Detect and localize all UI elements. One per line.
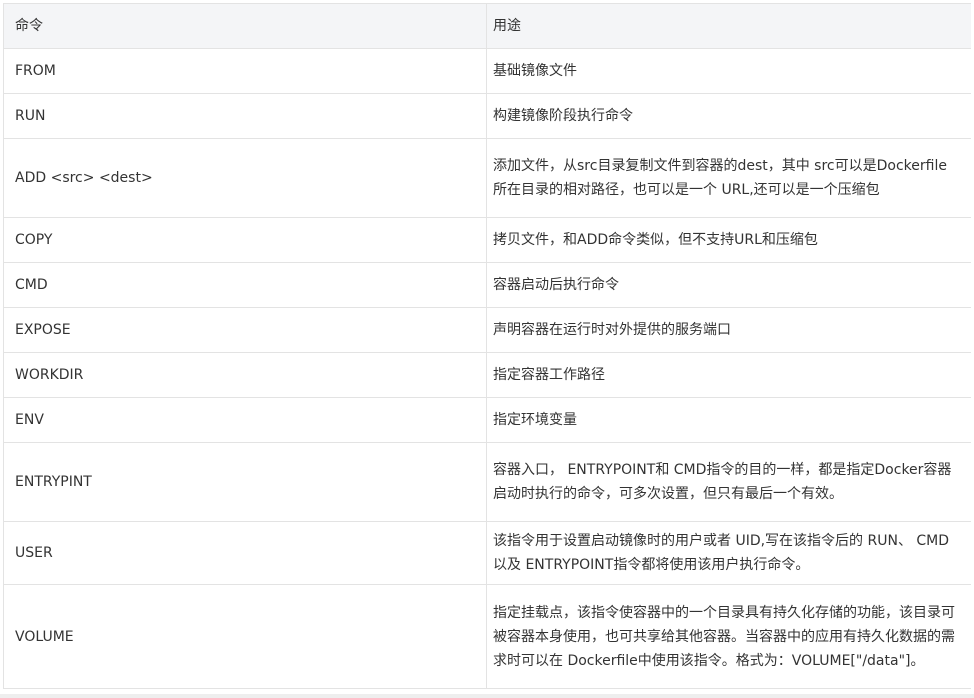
table-row: WORKDIR 指定容器工作路径 bbox=[3, 352, 971, 398]
command-cell: COPY bbox=[3, 217, 487, 263]
command-cell: USER bbox=[3, 521, 487, 585]
command-cell: ENV bbox=[3, 397, 487, 443]
purpose-cell: 指定环境变量 bbox=[486, 397, 971, 443]
purpose-cell: 添加文件，从src目录复制文件到容器的dest，其中 src可以是Dockerf… bbox=[486, 138, 971, 218]
table-row: COPY 拷贝文件，和ADD命令类似，但不支持URL和压缩包 bbox=[3, 217, 971, 263]
dockerfile-commands-table-container: 命令 用途 FROM 基础镜像文件 RUN 构建镜像阶段执行命令 ADD <sr… bbox=[3, 3, 971, 698]
command-cell: ENTRYPINT bbox=[3, 442, 487, 522]
table-header-row: 命令 用途 bbox=[3, 3, 971, 49]
command-cell: ADD <src> <dest> bbox=[3, 138, 487, 218]
header-command: 命令 bbox=[3, 3, 487, 49]
table-row: ADD <src> <dest> 添加文件，从src目录复制文件到容器的dest… bbox=[3, 138, 971, 218]
table-row: ENTRYPINT 容器入口， ENTRYPOINT和 CMD指令的目的一样，都… bbox=[3, 442, 971, 522]
command-cell: EXPOSE bbox=[3, 307, 487, 353]
table-row: RUN 构建镜像阶段执行命令 bbox=[3, 93, 971, 139]
purpose-cell: 声明容器在运行时对外提供的服务端口 bbox=[486, 307, 971, 353]
table-row: ENV 指定环境变量 bbox=[3, 397, 971, 443]
purpose-cell: 容器启动后执行命令 bbox=[486, 262, 971, 308]
purpose-cell: 容器入口， ENTRYPOINT和 CMD指令的目的一样，都是指定Docker容… bbox=[486, 442, 971, 522]
command-cell: FROM bbox=[3, 48, 487, 94]
command-cell: RUN bbox=[3, 93, 487, 139]
command-cell: WORKDIR bbox=[3, 352, 487, 398]
command-cell: CMD bbox=[3, 262, 487, 308]
purpose-cell: 构建镜像阶段执行命令 bbox=[486, 93, 971, 139]
bottom-scroll-strip bbox=[0, 694, 974, 698]
table-row: USER 该指令用于设置启动镜像时的用户或者 UID,写在该指令后的 RUN、 … bbox=[3, 521, 971, 585]
header-purpose: 用途 bbox=[486, 3, 971, 49]
dockerfile-commands-table: 命令 用途 FROM 基础镜像文件 RUN 构建镜像阶段执行命令 ADD <sr… bbox=[3, 3, 971, 689]
table-row: EXPOSE 声明容器在运行时对外提供的服务端口 bbox=[3, 307, 971, 353]
purpose-cell: 指定挂载点，该指令使容器中的一个目录具有持久化存储的功能，该目录可被容器本身使用… bbox=[486, 584, 971, 689]
table-row: FROM 基础镜像文件 bbox=[3, 48, 971, 94]
purpose-cell: 基础镜像文件 bbox=[486, 48, 971, 94]
purpose-cell: 指定容器工作路径 bbox=[486, 352, 971, 398]
command-cell: VOLUME bbox=[3, 584, 487, 689]
table-row: CMD 容器启动后执行命令 bbox=[3, 262, 971, 308]
purpose-cell: 拷贝文件，和ADD命令类似，但不支持URL和压缩包 bbox=[486, 217, 971, 263]
table-row: VOLUME 指定挂载点，该指令使容器中的一个目录具有持久化存储的功能，该目录可… bbox=[3, 584, 971, 689]
purpose-cell: 该指令用于设置启动镜像时的用户或者 UID,写在该指令后的 RUN、 CMD以及… bbox=[486, 521, 971, 585]
